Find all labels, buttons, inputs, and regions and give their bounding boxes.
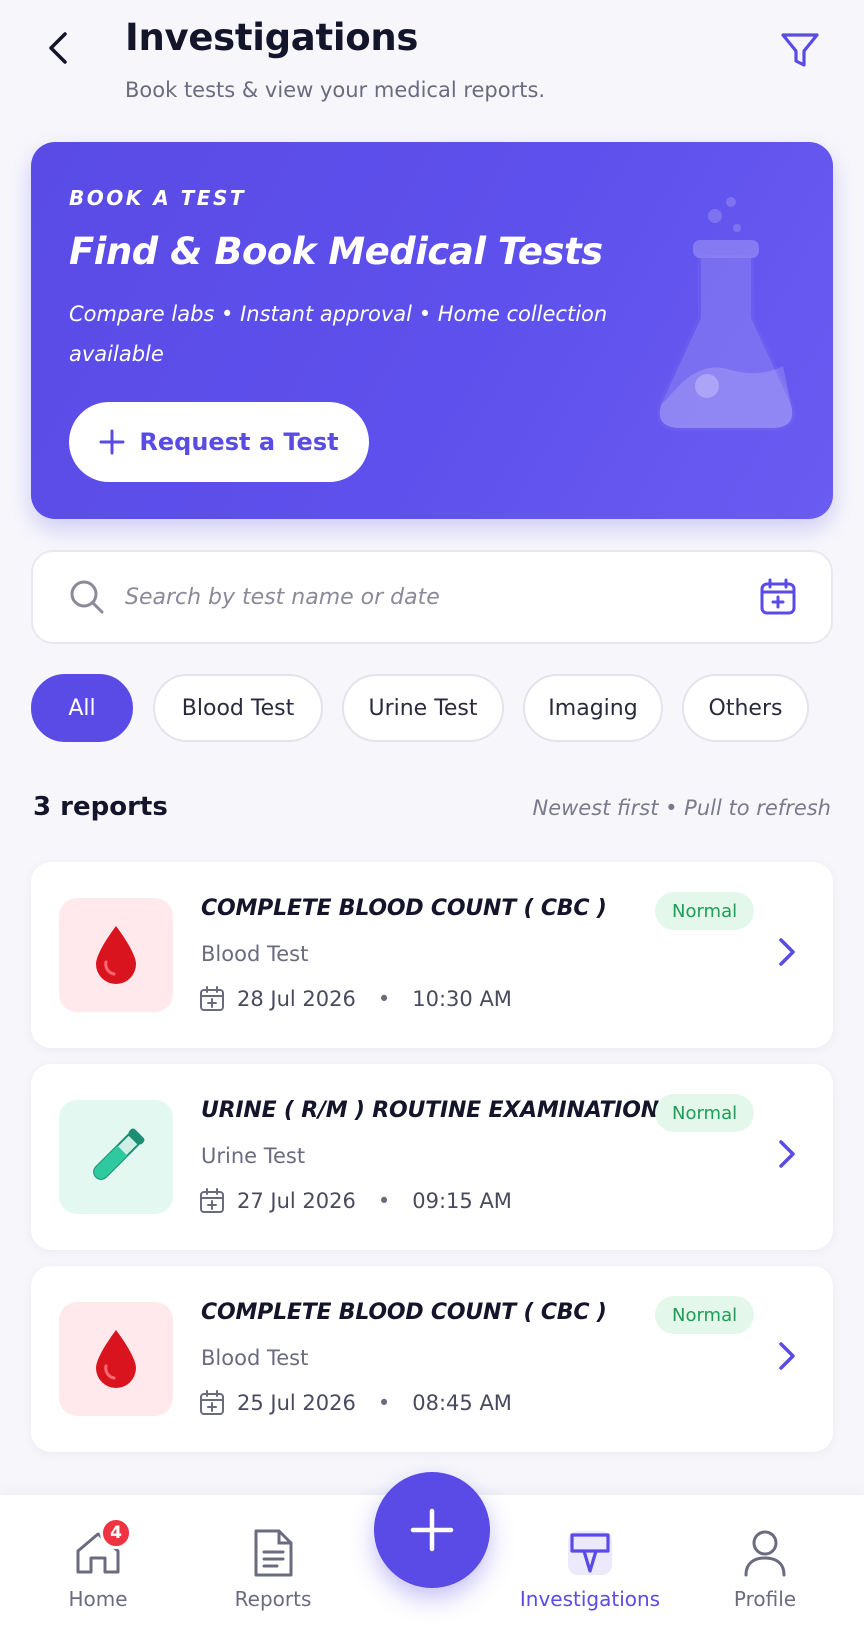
calendar-plus-icon (760, 578, 796, 615)
report-datetime: 25 Jul 2026 • 08:45 AM (199, 1388, 512, 1418)
search-icon (70, 580, 104, 614)
chip-all[interactable]: All (31, 674, 133, 742)
status-badge: Normal (655, 1094, 755, 1132)
blood-drop-icon (96, 1330, 136, 1388)
blood-drop-icon (96, 926, 136, 984)
search-bar (31, 550, 833, 644)
report-datetime: 28 Jul 2026 • 10:30 AM (199, 984, 512, 1014)
filter-icon (781, 33, 819, 67)
report-icon-container (59, 1302, 173, 1416)
report-category: Blood Test (201, 1346, 309, 1370)
notification-badge: 4 (100, 1517, 132, 1549)
report-title: URINE ( R/M ) ROUTINE EXAMINATION (201, 1098, 659, 1123)
chevron-right-icon (779, 1140, 795, 1168)
banner-title: Find & Book Medical Tests (69, 230, 603, 273)
nav-profile-label: Profile (733, 1587, 797, 1611)
page-title: Investigations (125, 16, 419, 59)
chip-blood-test[interactable]: Blood Test (153, 674, 323, 742)
report-icon-container (59, 1100, 173, 1214)
chevron-right-icon (779, 1342, 795, 1370)
nav-reports[interactable]: Reports (198, 1495, 348, 1633)
book-test-banner: BOOK A TEST Find & Book Medical Tests Co… (31, 142, 833, 519)
calendar-icon (200, 986, 224, 1011)
test-tube-icon (93, 1128, 145, 1180)
banner-description: Compare labs • Instant approval • Home c… (69, 302, 608, 366)
report-time: 10:30 AM (412, 987, 512, 1011)
report-title: COMPLETE BLOOD COUNT ( CBC ) (201, 1300, 607, 1325)
filter-chips: All Blood Test Urine Test Imaging Others (31, 674, 833, 742)
chip-urine-test[interactable]: Urine Test (342, 674, 504, 742)
header: Investigations Book tests & view your me… (0, 0, 864, 130)
status-badge: Normal (655, 892, 755, 930)
report-time: 08:45 AM (412, 1391, 512, 1415)
report-date: 28 Jul 2026 (237, 987, 356, 1011)
status-badge: Normal (655, 1296, 755, 1334)
chip-imaging[interactable]: Imaging (523, 674, 663, 742)
report-datetime: 27 Jul 2026 • 09:15 AM (199, 1186, 512, 1216)
filter-button[interactable] (776, 26, 824, 74)
add-button[interactable] (374, 1472, 490, 1588)
flask-icon (659, 197, 793, 428)
nav-investigations-label: Investigations (519, 1587, 661, 1611)
report-category: Urine Test (201, 1144, 306, 1168)
report-date: 27 Jul 2026 (237, 1189, 356, 1213)
report-card[interactable]: COMPLETE BLOOD COUNT ( CBC ) Normal Bloo… (31, 1266, 833, 1452)
nav-home-label: Home (68, 1587, 128, 1611)
plus-icon (99, 429, 125, 455)
report-count: 3 reports (33, 792, 168, 822)
report-card[interactable]: URINE ( R/M ) ROUTINE EXAMINATION Normal… (31, 1064, 833, 1250)
banner-eyebrow: BOOK A TEST (69, 186, 247, 210)
report-time: 09:15 AM (412, 1189, 512, 1213)
report-card[interactable]: COMPLETE BLOOD COUNT ( CBC ) Normal Bloo… (31, 862, 833, 1048)
request-test-label: Request a Test (139, 428, 339, 456)
chip-others[interactable]: Others (682, 674, 809, 742)
request-test-button[interactable]: Request a Test (69, 402, 369, 482)
back-button[interactable] (36, 26, 80, 70)
search-input[interactable] (125, 552, 725, 642)
chevron-right-icon (779, 938, 795, 966)
calendar-icon (200, 1390, 224, 1415)
nav-profile[interactable]: Profile (690, 1495, 840, 1633)
chevron-left-icon (49, 32, 67, 64)
plus-icon (410, 1508, 454, 1552)
report-icon-container (59, 898, 173, 1012)
investigations-icon (568, 1531, 612, 1575)
nav-reports-label: Reports (234, 1587, 312, 1611)
sort-hint: Newest first • Pull to refresh (532, 796, 831, 820)
calendar-icon (200, 1188, 224, 1213)
report-category: Blood Test (201, 942, 309, 966)
report-title: COMPLETE BLOOD COUNT ( CBC ) (201, 896, 607, 921)
nav-investigations[interactable]: Investigations (515, 1495, 665, 1633)
document-icon (254, 1529, 293, 1577)
date-filter-button[interactable] (759, 578, 797, 620)
report-date: 25 Jul 2026 (237, 1391, 356, 1415)
page-subtitle: Book tests & view your medical reports. (125, 78, 546, 102)
nav-home[interactable]: 4 Home (23, 1495, 173, 1633)
user-icon (744, 1530, 786, 1577)
